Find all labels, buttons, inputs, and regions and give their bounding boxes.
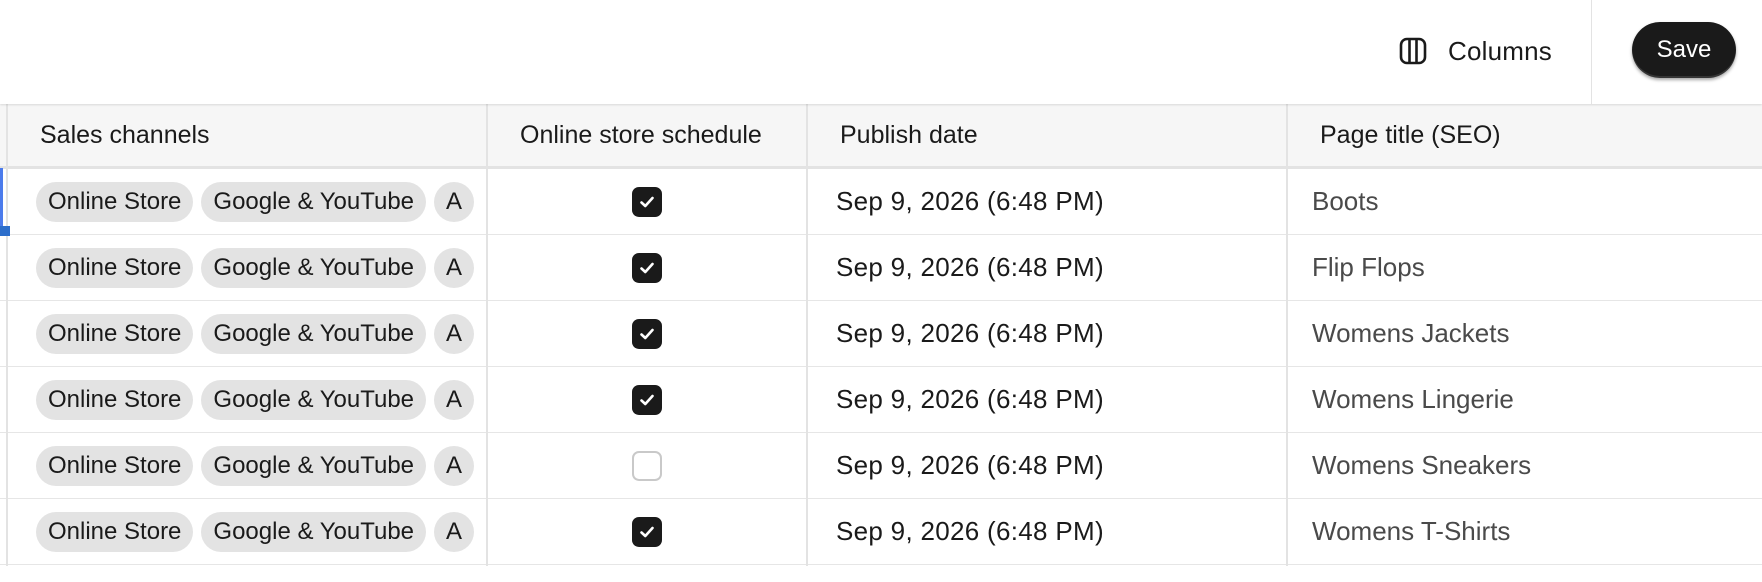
channel-tag: A [434,379,474,420]
schedule-checkbox[interactable] [632,186,662,217]
sales-channels-cell[interactable]: Online Store Google & YouTube A [36,433,474,498]
toolbar-divider [1591,0,1592,104]
columns-label: Columns [1448,35,1552,66]
column-divider [6,104,8,566]
header-page-title[interactable]: Page title (SEO) [1320,104,1750,166]
toolbar: Columns Save [0,0,1762,104]
columns-button[interactable]: Columns [1398,28,1552,74]
header-publish-date[interactable]: Publish date [840,104,1280,166]
sales-channels-cell[interactable]: Online Store Google & YouTube A [36,235,474,300]
checkmark-icon [640,196,654,207]
channel-tag: Online Store [36,181,194,222]
table-body: Online Store Google & YouTube A Sep 9, 2026… [0,169,1762,565]
table-row: Online Store Google & YouTube A Sep 9, 2026… [0,301,1762,367]
schedule-checkbox[interactable] [632,252,662,283]
online-store-schedule-cell [488,301,806,366]
online-store-schedule-cell [488,367,806,432]
channel-tag: Google & YouTube [201,445,427,486]
publish-date-cell[interactable]: Sep 9, 2026 (6:48 PM) [836,169,1286,234]
sales-channels-cell[interactable]: Online Store Google & YouTube A [36,367,474,432]
channel-tag: Google & YouTube [201,247,427,288]
page-title-cell[interactable]: Womens Sneakers [1312,433,1752,498]
schedule-checkbox[interactable] [632,516,662,547]
fill-handle[interactable] [0,226,10,236]
publish-date-cell[interactable]: Sep 9, 2026 (6:48 PM) [836,499,1286,564]
channel-tag: Online Store [36,511,194,552]
page-title-cell[interactable]: Womens Jackets [1312,301,1752,366]
sales-channels-cell[interactable]: Online Store Google & YouTube A [36,499,474,564]
checkmark-icon [640,262,654,273]
table-row: Online Store Google & YouTube A Sep 9, 2026… [0,433,1762,499]
bulk-editor-grid: Sales channels Online store schedule Pub… [0,104,1762,566]
sales-channels-cell[interactable]: Online Store Google & YouTube A [36,169,474,234]
online-store-schedule-cell [488,433,806,498]
table-row: Online Store Google & YouTube A Sep 9, 2026… [0,499,1762,565]
online-store-schedule-cell [488,235,806,300]
channel-tag: A [434,247,474,288]
table-header: Sales channels Online store schedule Pub… [0,104,1762,169]
sales-channels-cell[interactable]: Online Store Google & YouTube A [36,301,474,366]
online-store-schedule-cell [488,499,806,564]
channel-tag: Online Store [36,313,194,354]
channel-tag: A [434,445,474,486]
schedule-checkbox[interactable] [632,318,662,349]
channel-tag: Online Store [36,379,194,420]
channel-tag: A [434,313,474,354]
save-button[interactable]: Save [1632,22,1736,78]
page-title-cell[interactable]: Flip Flops [1312,235,1752,300]
channel-tag: Online Store [36,445,194,486]
channel-tag: A [434,181,474,222]
channel-tag: Google & YouTube [201,313,427,354]
header-sales-channels[interactable]: Sales channels [40,104,480,166]
channel-tag: A [434,511,474,552]
header-online-store-schedule[interactable]: Online store schedule [520,104,774,166]
table-row: Online Store Google & YouTube A Sep 9, 2026… [0,169,1762,235]
online-store-schedule-cell [488,169,806,234]
table-row: Online Store Google & YouTube A Sep 9, 2026… [0,367,1762,433]
checkmark-icon [640,394,654,405]
publish-date-cell[interactable]: Sep 9, 2026 (6:48 PM) [836,301,1286,366]
page-title-cell[interactable]: Womens Lingerie [1312,367,1752,432]
checkmark-icon [640,526,654,537]
column-divider [1286,104,1288,566]
publish-date-cell[interactable]: Sep 9, 2026 (6:48 PM) [836,235,1286,300]
channel-tag: Online Store [36,247,194,288]
schedule-checkbox[interactable] [632,384,662,415]
channel-tag: Google & YouTube [201,511,427,552]
channel-tag: Google & YouTube [201,181,427,222]
channel-tag: Google & YouTube [201,379,427,420]
publish-date-cell[interactable]: Sep 9, 2026 (6:48 PM) [836,433,1286,498]
checkmark-icon [640,328,654,339]
table-row: Online Store Google & YouTube A Sep 9, 2026… [0,235,1762,301]
columns-icon [1398,36,1428,66]
page-title-cell[interactable]: Womens T-Shirts [1312,499,1752,564]
schedule-checkbox[interactable] [632,450,662,481]
column-divider [486,104,488,566]
row-selection-indicator [0,168,3,234]
page-title-cell[interactable]: Boots [1312,169,1752,234]
column-divider [806,104,808,566]
publish-date-cell[interactable]: Sep 9, 2026 (6:48 PM) [836,367,1286,432]
